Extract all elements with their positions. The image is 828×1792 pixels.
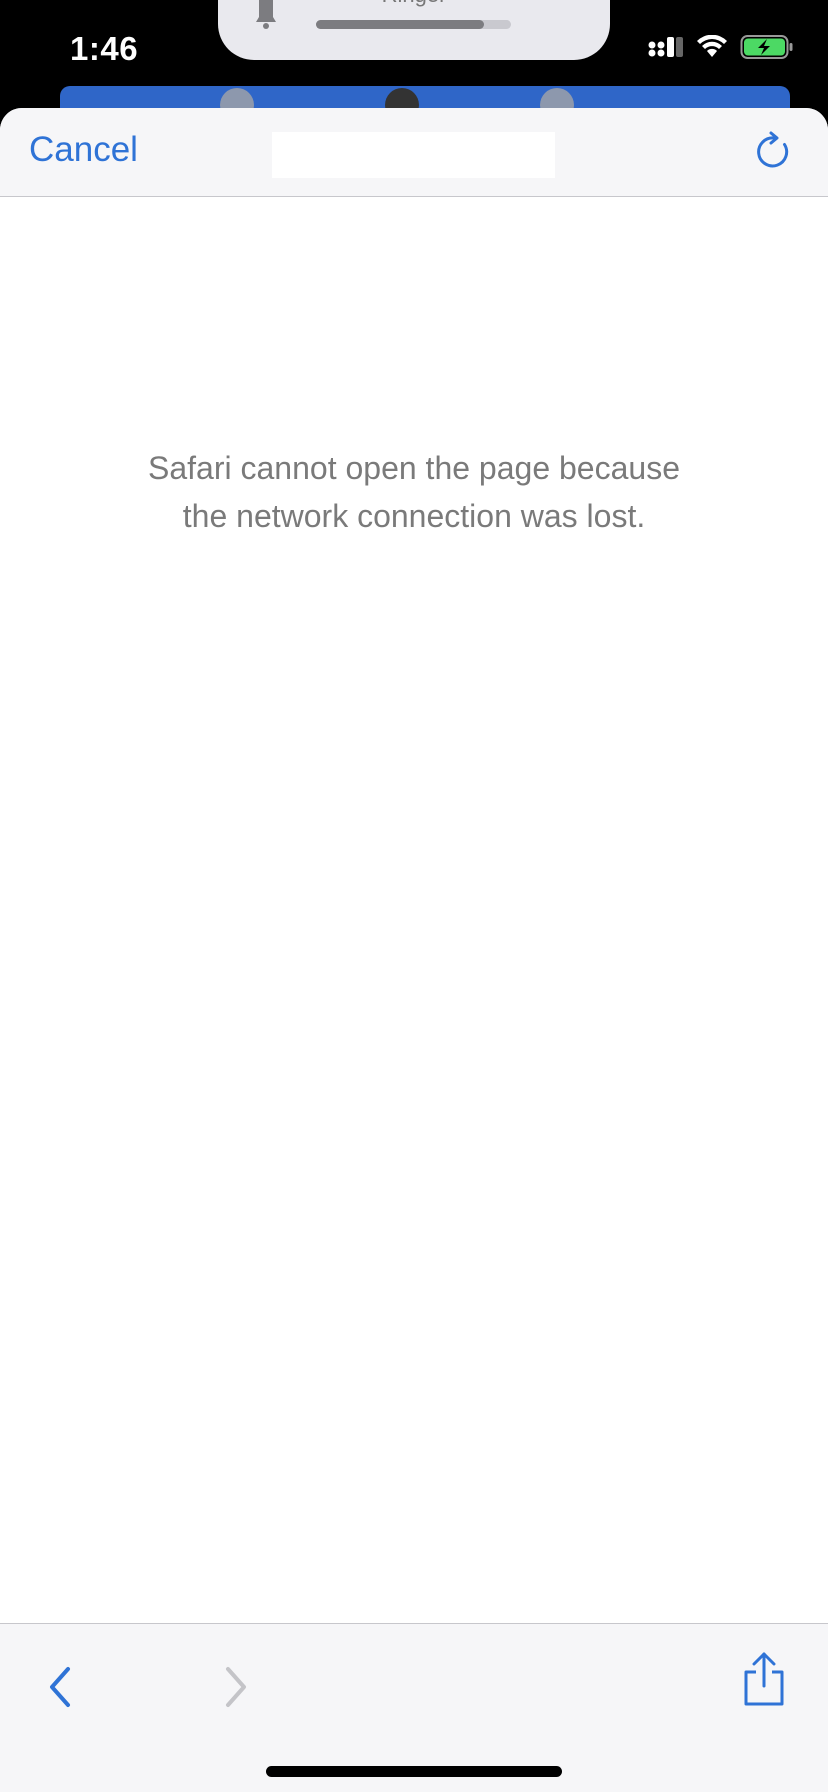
back-chevron-icon[interactable]	[44, 1664, 78, 1710]
status-icons	[648, 34, 794, 60]
reload-icon[interactable]	[752, 130, 796, 174]
battery-charging-icon	[740, 35, 793, 59]
safari-view-sheet: Cancel Safari cannot open the page becau…	[0, 108, 828, 1792]
home-indicator	[266, 1766, 562, 1777]
status-time: 1:46	[70, 30, 139, 67]
ringer-hud: Ringer	[218, 0, 610, 60]
error-line-2: the network connection was lost.	[182, 498, 646, 534]
forward-chevron-icon[interactable]	[218, 1664, 252, 1710]
signal-icon	[648, 37, 683, 57]
wifi-icon	[697, 35, 727, 57]
ringer-volume-fill	[316, 20, 484, 29]
error-message: Safari cannot open the page because the …	[0, 444, 828, 540]
share-icon[interactable]	[740, 1650, 788, 1710]
nav-bar: Cancel	[0, 108, 828, 197]
bell-icon	[256, 0, 276, 29]
ringer-volume-track	[316, 20, 511, 29]
url-field[interactable]	[272, 132, 555, 178]
error-line-1: Safari cannot open the page because	[148, 450, 680, 486]
cancel-button[interactable]: Cancel	[29, 130, 138, 170]
